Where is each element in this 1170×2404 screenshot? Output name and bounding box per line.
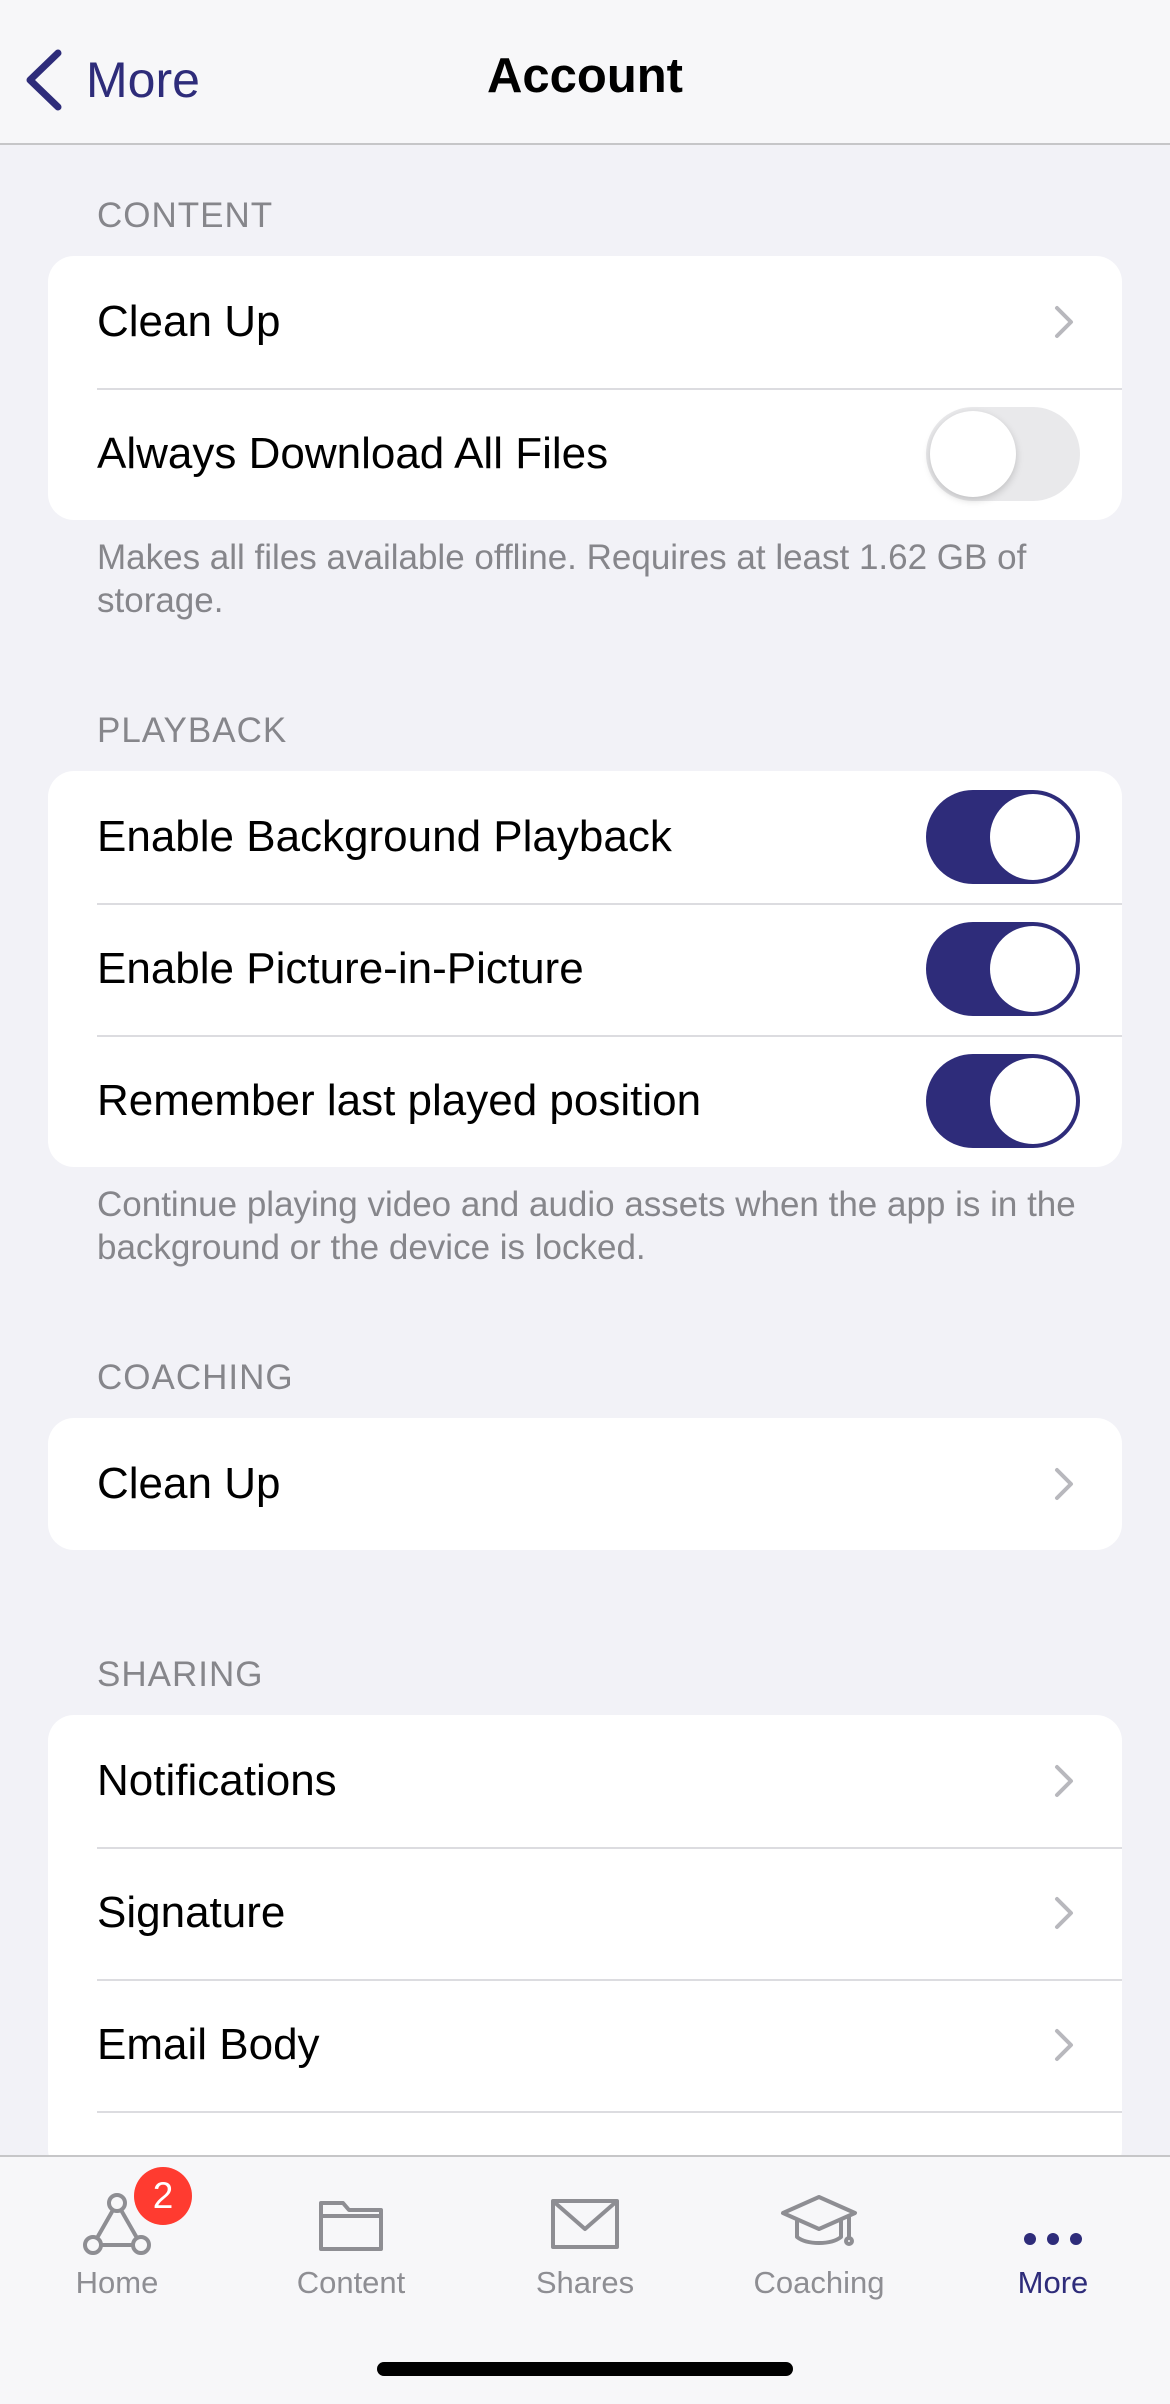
row-label: Clean Up: [97, 1459, 281, 1508]
coaching-clean-up-row[interactable]: Clean Up: [48, 1418, 1122, 1550]
section-header-content: CONTENT: [97, 196, 274, 235]
remember-position-toggle[interactable]: [926, 1054, 1080, 1148]
signature-row[interactable]: Signature: [48, 1847, 1122, 1979]
email-body-row[interactable]: Email Body: [48, 1979, 1122, 2111]
background-playback-toggle[interactable]: [926, 790, 1080, 884]
tab-label: More: [1017, 2265, 1089, 2300]
chevron-right-icon: [1055, 1468, 1073, 1500]
row-label: Signature: [97, 1888, 286, 1937]
always-download-all-files-row: Always Download All Files: [48, 388, 1122, 520]
toggle-knob: [990, 1058, 1076, 1144]
home-indicator: [377, 2362, 793, 2376]
toggle-knob: [930, 411, 1016, 497]
tab-label: Content: [296, 2265, 406, 2300]
content-clean-up-row[interactable]: Clean Up: [48, 256, 1122, 388]
playback-settings-group: Enable Background Playback Enable Pictur…: [48, 771, 1122, 1167]
enable-background-playback-row: Enable Background Playback: [48, 771, 1122, 903]
tab-shares[interactable]: Shares: [468, 2157, 702, 2317]
picture-in-picture-toggle[interactable]: [926, 922, 1080, 1016]
navigation-bar: More Account: [0, 0, 1170, 145]
toggle-knob: [990, 926, 1076, 1012]
section-header-sharing: SHARING: [97, 1655, 264, 1694]
page-title: Account: [487, 49, 683, 103]
enable-picture-in-picture-row: Enable Picture-in-Picture: [48, 903, 1122, 1035]
chevron-right-icon: [1055, 2029, 1073, 2061]
tab-more[interactable]: More: [936, 2157, 1170, 2317]
envelope-icon: [551, 2199, 619, 2249]
tab-home[interactable]: 2 Home: [0, 2157, 234, 2317]
toggle-knob: [990, 794, 1076, 880]
folder-icon: [319, 2201, 383, 2251]
notification-badge: 2: [134, 2167, 192, 2225]
tab-coaching[interactable]: Coaching: [702, 2157, 936, 2317]
row-label: Email Body: [97, 2020, 320, 2069]
sharing-settings-group: Notifications Signature Email Body: [48, 1715, 1122, 2175]
playback-section-footer: Continue playing video and audio assets …: [97, 1185, 1076, 1267]
section-header-coaching: COACHING: [97, 1358, 294, 1397]
tab-label: Coaching: [753, 2265, 885, 2300]
ellipsis-icon: [1024, 2233, 1082, 2245]
notifications-row[interactable]: Notifications: [48, 1715, 1122, 1847]
content-section-footer: Makes all files available offline. Requi…: [97, 538, 1027, 620]
tab-label: Home: [75, 2265, 159, 2300]
coaching-settings-group: Clean Up: [48, 1418, 1122, 1550]
remember-last-played-position-row: Remember last played position: [48, 1035, 1122, 1167]
chevron-right-icon: [1055, 1897, 1073, 1929]
section-header-playback: PLAYBACK: [97, 711, 288, 750]
row-label: Clean Up: [97, 297, 281, 346]
graduation-cap-icon: [781, 2195, 857, 2246]
chevron-right-icon: [1055, 306, 1073, 338]
content-settings-group: Clean Up Always Download All Files: [48, 256, 1122, 520]
row-label: Notifications: [97, 1756, 337, 1805]
tab-label: Shares: [535, 2265, 635, 2300]
tab-content[interactable]: Content: [234, 2157, 468, 2317]
always-download-toggle[interactable]: [926, 407, 1080, 501]
chevron-right-icon: [1055, 1765, 1073, 1797]
